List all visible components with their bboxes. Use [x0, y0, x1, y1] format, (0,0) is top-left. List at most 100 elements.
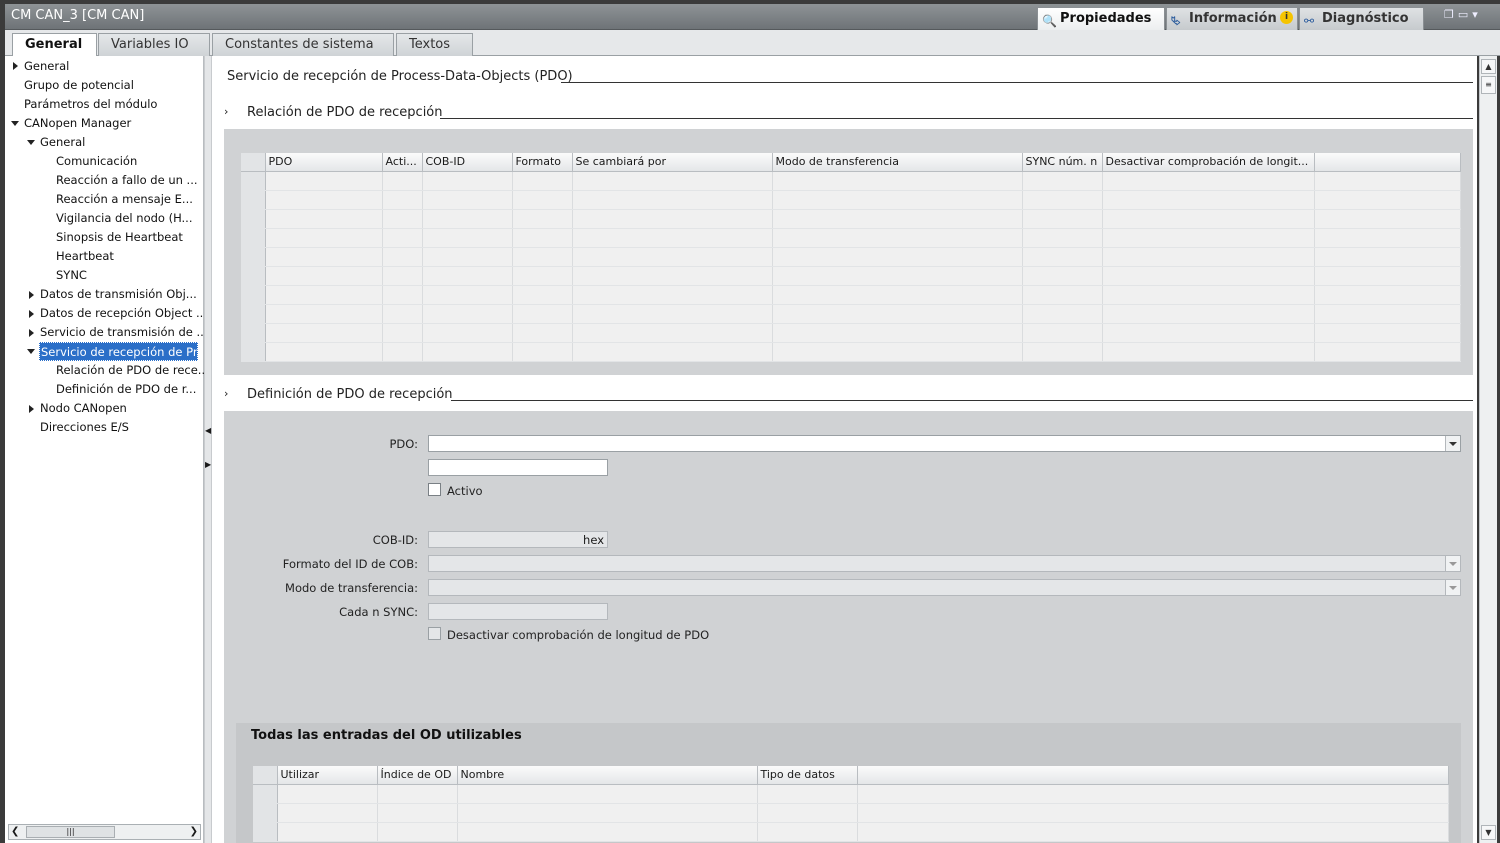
- table-cell[interactable]: [572, 342, 773, 362]
- row-header-cell[interactable]: [253, 784, 278, 804]
- table-cell[interactable]: [1314, 247, 1461, 267]
- table-cell[interactable]: [512, 266, 573, 286]
- table-cell[interactable]: [457, 803, 758, 823]
- table-cell[interactable]: [422, 304, 513, 324]
- row-header-cell[interactable]: [253, 822, 278, 842]
- scrollbar-thumb[interactable]: ≡: [1481, 76, 1496, 94]
- table-cell[interactable]: [422, 285, 513, 305]
- table-row[interactable]: [241, 304, 1461, 324]
- tab-informacion[interactable]: ⮱ Información i: [1166, 7, 1298, 30]
- table-cell[interactable]: [422, 171, 513, 191]
- table-cell[interactable]: [512, 171, 573, 191]
- tree-item-sync[interactable]: SYNC: [56, 266, 87, 285]
- table-cell[interactable]: [422, 323, 513, 343]
- table-cell[interactable]: [422, 190, 513, 210]
- table-cell[interactable]: [512, 304, 573, 324]
- tab-diagnostico[interactable]: ⚯ Diagnóstico: [1299, 7, 1424, 30]
- tab-textos[interactable]: Textos: [396, 33, 473, 56]
- table-cell[interactable]: [1022, 266, 1103, 286]
- expand-icon[interactable]: [13, 62, 18, 70]
- table-cell[interactable]: [382, 228, 423, 248]
- scroll-right-icon[interactable]: ❯: [190, 826, 198, 837]
- tree-item-direcciones-es[interactable]: Direcciones E/S: [40, 418, 129, 437]
- table-cell[interactable]: [572, 304, 773, 324]
- table-cell[interactable]: [572, 228, 773, 248]
- table-cell[interactable]: [265, 304, 383, 324]
- maximize-icon[interactable]: ▭: [1458, 8, 1472, 21]
- window-controls[interactable]: ❐▭▾: [1444, 8, 1482, 21]
- table-cell[interactable]: [1102, 209, 1315, 229]
- table-cell[interactable]: [382, 209, 423, 229]
- row-header-cell[interactable]: [241, 209, 266, 229]
- table-cell[interactable]: [377, 803, 458, 823]
- tree-item-datos-recepcion[interactable]: Datos de recepción Object ...: [40, 304, 207, 323]
- table-cell[interactable]: [857, 784, 1449, 804]
- table-cell[interactable]: [1022, 190, 1103, 210]
- table-cell[interactable]: [382, 266, 423, 286]
- tree-item-heartbeat[interactable]: Heartbeat: [56, 247, 114, 266]
- pane-splitter[interactable]: ◀ ▶: [204, 56, 212, 843]
- table-cell[interactable]: [377, 822, 458, 842]
- tree-item-servicio-transmision[interactable]: Servicio de transmisión de ...: [40, 323, 207, 342]
- tree-item-vigilancia-nodo[interactable]: Vigilancia del nodo (H...: [56, 209, 193, 228]
- pdo-name-field[interactable]: [428, 459, 608, 476]
- table-cell[interactable]: [572, 247, 773, 267]
- table-cell[interactable]: [772, 228, 1023, 248]
- table-cell[interactable]: [1314, 304, 1461, 324]
- table-cell[interactable]: [1102, 190, 1315, 210]
- row-header-cell[interactable]: [241, 247, 266, 267]
- section-expand-icon[interactable]: ›: [224, 105, 228, 118]
- table-cell[interactable]: [512, 285, 573, 305]
- tree-item-reaccion-mensaje[interactable]: Reacción a mensaje E...: [56, 190, 193, 209]
- table-cell[interactable]: [382, 285, 423, 305]
- tree-item-parametros-modulo[interactable]: Parámetros del módulo: [24, 95, 157, 114]
- collapse-icon[interactable]: ▾: [1472, 8, 1482, 21]
- expand-icon[interactable]: [29, 310, 34, 318]
- table-cell[interactable]: [757, 822, 858, 842]
- table-cell[interactable]: [1102, 266, 1315, 286]
- table-row[interactable]: [241, 228, 1461, 248]
- table-cell[interactable]: [265, 266, 383, 286]
- table-cell[interactable]: [512, 323, 573, 343]
- table-row[interactable]: [241, 285, 1461, 305]
- tree-item-nodo-canopen[interactable]: Nodo CANopen: [40, 399, 127, 418]
- table-cell[interactable]: [265, 228, 383, 248]
- section-expand-icon[interactable]: ›: [224, 387, 228, 400]
- table-cell[interactable]: [772, 285, 1023, 305]
- tab-propiedades[interactable]: 🔍 Propiedades: [1037, 7, 1165, 30]
- table-cell[interactable]: [757, 803, 858, 823]
- table-cell[interactable]: [1022, 209, 1103, 229]
- row-header-cell[interactable]: [241, 304, 266, 324]
- table-cell[interactable]: [382, 304, 423, 324]
- table-row[interactable]: [241, 247, 1461, 267]
- column-header[interactable]: PDO: [265, 153, 383, 172]
- table-cell[interactable]: [772, 171, 1023, 191]
- table-cell[interactable]: [1314, 190, 1461, 210]
- table-row[interactable]: [241, 190, 1461, 210]
- table-cell[interactable]: [1314, 209, 1461, 229]
- table-row[interactable]: [241, 342, 1461, 362]
- table-cell[interactable]: [1022, 228, 1103, 248]
- tree-item-canopen-manager[interactable]: CANopen Manager: [24, 114, 131, 133]
- table-cell[interactable]: [277, 803, 378, 823]
- row-header-cell[interactable]: [241, 285, 266, 305]
- expand-icon[interactable]: [29, 291, 34, 299]
- column-header[interactable]: COB-ID: [422, 153, 513, 172]
- column-header[interactable]: Utilizar: [277, 766, 378, 785]
- chevron-down-icon[interactable]: [1445, 436, 1460, 451]
- table-cell[interactable]: [457, 822, 758, 842]
- table-cell[interactable]: [772, 266, 1023, 286]
- table-cell[interactable]: [772, 342, 1023, 362]
- table-cell[interactable]: [857, 803, 1449, 823]
- collapse-arrow-icon[interactable]: [27, 140, 35, 145]
- table-cell[interactable]: [265, 323, 383, 343]
- column-header[interactable]: Modo de transferencia: [772, 153, 1023, 172]
- collapse-left-icon[interactable]: ◀: [205, 426, 211, 435]
- table-cell[interactable]: [265, 209, 383, 229]
- table-cell[interactable]: [265, 190, 383, 210]
- table-cell[interactable]: [1314, 171, 1461, 191]
- table-cell[interactable]: [857, 822, 1449, 842]
- disable-length-check-checkbox[interactable]: [428, 627, 441, 640]
- table-cell[interactable]: [1102, 228, 1315, 248]
- table-cell[interactable]: [1102, 171, 1315, 191]
